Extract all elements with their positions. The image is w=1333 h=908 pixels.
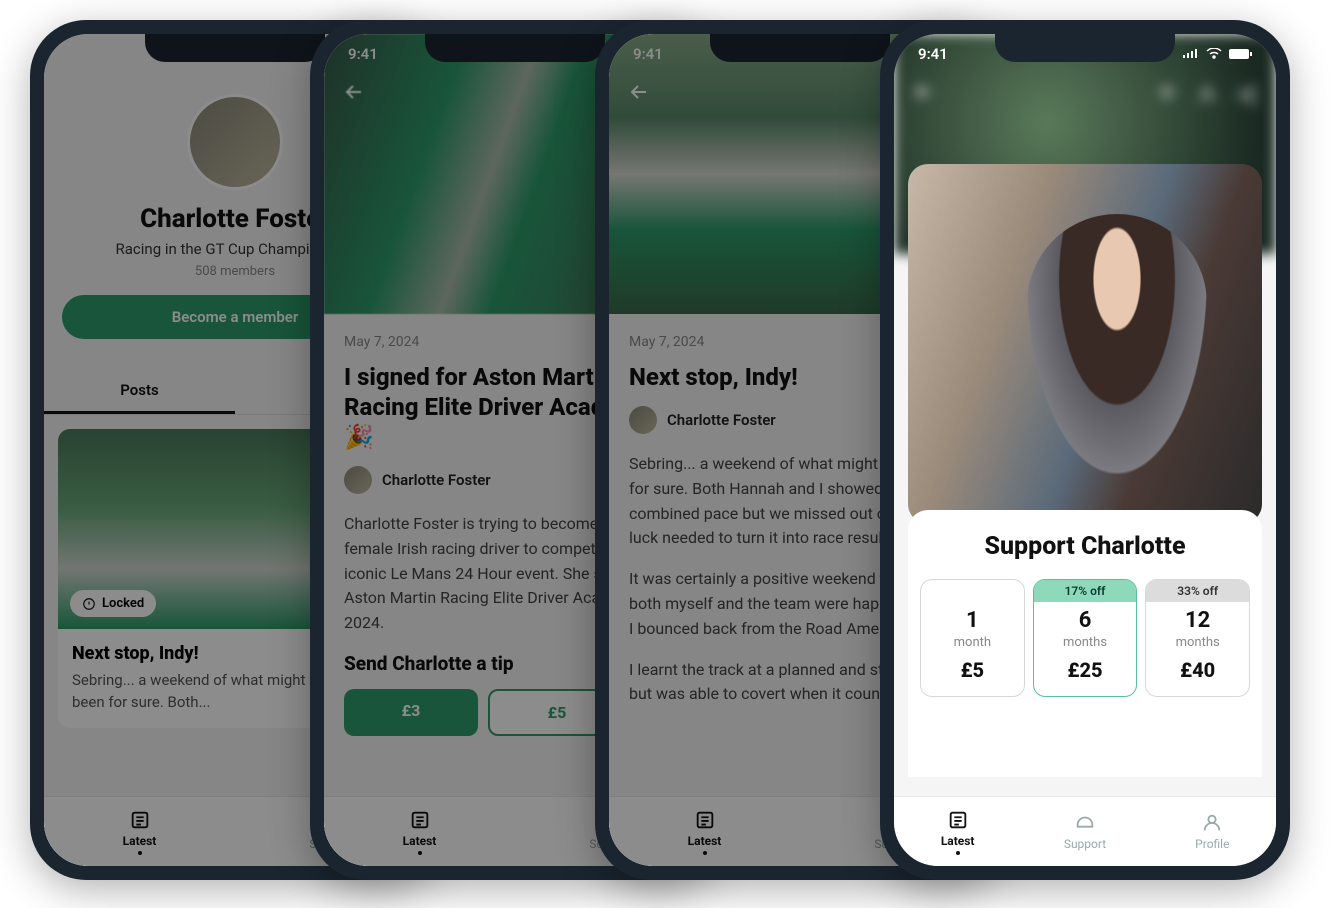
plan-unit: months: [1038, 635, 1133, 650]
news-icon: [129, 809, 151, 831]
plan-unit: month: [925, 635, 1020, 650]
news-icon: [947, 809, 969, 831]
helmet-icon: [1074, 812, 1096, 834]
arrow-left-icon: [342, 80, 366, 104]
nav-profile[interactable]: Profile: [1149, 797, 1276, 866]
applaud-icon[interactable]: [1156, 84, 1178, 106]
plan-duration: 12: [1150, 608, 1245, 633]
discount-badge: 17% off: [1034, 580, 1137, 602]
status-time: 9:41: [633, 45, 663, 63]
plan-price: £25: [1038, 658, 1133, 682]
nav-latest[interactable]: Latest: [894, 797, 1021, 866]
tab-posts[interactable]: Posts: [44, 369, 235, 414]
nav-latest[interactable]: Latest: [44, 797, 235, 866]
profile-icon: [1201, 812, 1223, 834]
nav-latest[interactable]: Latest: [609, 797, 800, 866]
wifi-icon: [1206, 48, 1222, 60]
support-card: Support Charlotte 1 month £5 17% off 6 m…: [908, 510, 1262, 777]
phone-mockup-4: 9:41 Support Charlotte: [880, 20, 1290, 880]
lock-icon: [82, 597, 96, 611]
locked-label: Locked: [102, 596, 144, 611]
bottom-nav: Latest Support Profile: [894, 796, 1276, 866]
nav-latest[interactable]: Latest: [324, 797, 515, 866]
discount-badge: 33% off: [1146, 580, 1249, 602]
profile-avatar[interactable]: [187, 94, 283, 190]
plan-duration: 6: [1038, 608, 1133, 633]
locked-badge: Locked: [70, 590, 156, 617]
news-icon: [409, 809, 431, 831]
nav-latest-label: Latest: [403, 834, 437, 848]
phone-notch: [995, 34, 1175, 62]
plan-1-month[interactable]: 1 month £5: [920, 579, 1025, 697]
author-name: Charlotte Foster: [667, 411, 776, 429]
nav-profile-label: Profile: [1195, 837, 1229, 851]
back-button[interactable]: [342, 80, 366, 110]
author-avatar: [629, 406, 657, 434]
plan-unit: months: [1150, 635, 1245, 650]
plan-6-months[interactable]: 17% off 6 months £25: [1033, 579, 1138, 697]
nav-dot: [418, 851, 422, 855]
phone-notch: [425, 34, 605, 62]
arrow-left-icon: [627, 80, 651, 104]
phone-notch: [145, 34, 325, 62]
phone-notch: [710, 34, 890, 62]
nav-latest-label: Latest: [688, 834, 722, 848]
status-time: 9:41: [918, 45, 948, 63]
nav-latest-label: Latest: [123, 834, 157, 848]
nav-dot: [956, 851, 960, 855]
plan-duration: 1: [925, 608, 1020, 633]
nav-support[interactable]: Support: [1021, 797, 1148, 866]
status-icons: [1182, 48, 1252, 60]
nav-latest-label: Latest: [941, 834, 975, 848]
author-avatar: [344, 466, 372, 494]
plan-12-months[interactable]: 33% off 12 months £40: [1145, 579, 1250, 697]
news-icon: [694, 809, 716, 831]
back-button[interactable]: [912, 80, 936, 110]
nav-dot: [138, 851, 142, 855]
arrow-left-icon: [912, 80, 936, 104]
plan-price: £40: [1150, 658, 1245, 682]
signal-icon: [1182, 48, 1200, 60]
nav-dot: [703, 851, 707, 855]
tip-button-3[interactable]: £3: [344, 689, 478, 736]
support-title: Support Charlotte: [920, 532, 1250, 561]
user-icon[interactable]: [1196, 84, 1218, 106]
back-button[interactable]: [627, 80, 651, 110]
battery-icon: [1228, 48, 1252, 60]
hero-photo: [908, 164, 1262, 524]
status-time: 9:41: [348, 45, 378, 63]
share-icon[interactable]: [1236, 84, 1258, 106]
plan-price: £5: [925, 658, 1020, 682]
nav-support-label: Support: [1064, 837, 1106, 851]
author-name: Charlotte Foster: [382, 471, 491, 489]
